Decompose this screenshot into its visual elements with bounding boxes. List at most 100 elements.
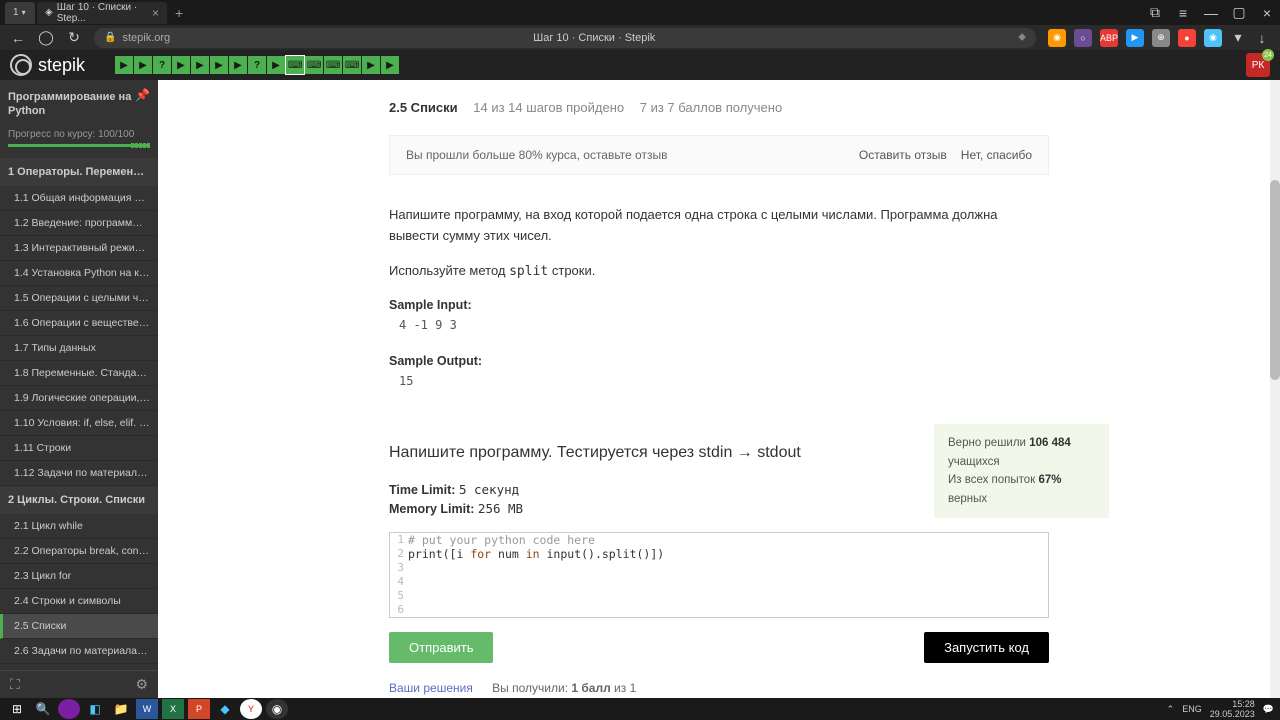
tab-close-icon[interactable]: × xyxy=(152,6,159,20)
step-button-12[interactable]: ⌨ xyxy=(324,56,342,74)
review-no-link[interactable]: Нет, спасибо xyxy=(961,148,1032,162)
settings-icon[interactable]: ⚙ xyxy=(135,676,148,693)
lesson-item[interactable]: 1.7 Типы данных xyxy=(0,336,158,361)
scrollbar-thumb[interactable] xyxy=(1270,180,1280,380)
run-code-button[interactable]: Запустить код xyxy=(924,632,1049,663)
pin-icon[interactable]: 📌 xyxy=(135,88,150,102)
lesson-item[interactable]: 1.8 Переменные. Стандарт... xyxy=(0,361,158,386)
ext-abp-icon[interactable]: ABP xyxy=(1100,29,1118,47)
extension-icons: ◉ ○ ABP ▶ ⊕ ● ◉ ▾ ↓ xyxy=(1048,29,1270,47)
ext-globe-icon[interactable]: ⊕ xyxy=(1152,29,1170,47)
tray-chevron-icon[interactable]: ⌃ xyxy=(1167,704,1175,715)
downloads-icon[interactable]: ↓ xyxy=(1254,30,1270,46)
system-tray: ⌃ ENG 15:28 29.05.2023 💬 xyxy=(1167,699,1274,719)
new-tab-button[interactable]: + xyxy=(175,5,183,21)
tab-favicon: ◈ xyxy=(45,7,53,18)
file-explorer-icon[interactable]: 📁 xyxy=(110,699,132,719)
section-header-2[interactable]: 2 Циклы. Строки. Списки xyxy=(0,486,158,514)
menu-icon[interactable]: ≡ xyxy=(1175,5,1191,21)
ext-icon-6[interactable]: ● xyxy=(1178,29,1196,47)
step-button-14[interactable]: ▶ xyxy=(362,56,380,74)
ext-icon-7[interactable]: ◉ xyxy=(1204,29,1222,47)
step-button-8[interactable]: ? xyxy=(248,56,266,74)
scrollbar[interactable] xyxy=(1270,80,1280,698)
code-editor[interactable]: 1# put your python code here 2print([i f… xyxy=(389,532,1049,618)
sidebar-footer: ⛶ ⚙ xyxy=(0,670,158,698)
back-icon[interactable]: ← xyxy=(10,30,26,46)
lesson-item[interactable]: 1.9 Логические операции, ... xyxy=(0,386,158,411)
lesson-item[interactable]: 2.6 Задачи по материалам... xyxy=(0,639,158,664)
lesson-item[interactable]: 2.5 Списки xyxy=(0,614,158,639)
tab-active[interactable]: ◈ Шаг 10 · Списки · Step... × xyxy=(37,2,167,24)
step-button-4[interactable]: ▶ xyxy=(172,56,190,74)
review-yes-link[interactable]: Оставить отзыв xyxy=(859,148,947,162)
sidebar: 📌 Программирование на Python Прогресс по… xyxy=(0,80,158,698)
step-button-7[interactable]: ▶ xyxy=(229,56,247,74)
lesson-item[interactable]: 1.6 Операции с веществен... xyxy=(0,311,158,336)
sample-input-label: Sample Input: xyxy=(389,298,1049,312)
shield-icon[interactable]: ◯ xyxy=(38,30,54,46)
lesson-item[interactable]: 1.4 Установка Python на ко... xyxy=(0,261,158,286)
step-button-9[interactable]: ▶ xyxy=(267,56,285,74)
lesson-item[interactable]: 1.12 Задачи по материала... xyxy=(0,461,158,486)
review-prompt: Вы прошли больше 80% курса, оставьте отз… xyxy=(389,135,1049,175)
powerpoint-icon[interactable]: P xyxy=(188,699,210,719)
notifications-icon[interactable]: 💬 xyxy=(1263,704,1274,715)
progress-label: Прогресс по курсу: 100/100 xyxy=(8,129,150,140)
step-button-6[interactable]: ▶ xyxy=(210,56,228,74)
minimize-icon[interactable]: — xyxy=(1203,5,1219,21)
logo-text: stepik xyxy=(38,55,85,76)
step-button-15[interactable]: ▶ xyxy=(381,56,399,74)
section-header-1[interactable]: 1 Операторы. Переменны... xyxy=(0,158,158,186)
bookmark-icon[interactable]: ⬥ xyxy=(1018,31,1026,44)
lesson-item[interactable]: 1.5 Операции с целыми чи... xyxy=(0,286,158,311)
clock[interactable]: 15:28 29.05.2023 xyxy=(1210,699,1255,719)
ext-icon-1[interactable]: ◉ xyxy=(1048,29,1066,47)
obs-icon[interactable]: ◉ xyxy=(266,699,288,719)
close-window-icon[interactable]: × xyxy=(1259,5,1275,21)
yandex-icon[interactable]: Y xyxy=(240,699,262,719)
lesson-item[interactable]: 2.1 Цикл while xyxy=(0,514,158,539)
reload-icon[interactable]: ↻ xyxy=(66,30,82,46)
search-icon[interactable]: 🔍 xyxy=(32,699,54,719)
step-button-3[interactable]: ? xyxy=(153,56,171,74)
taskbar-app-2[interactable]: ◧ xyxy=(84,699,106,719)
lesson-item[interactable]: 1.10 Условия: if, else, elif. Б... xyxy=(0,411,158,436)
url-input[interactable]: 🔒 stepik.org Шаг 10 · Списки · Stepik ⬥ xyxy=(94,28,1036,48)
submit-button[interactable]: Отправить xyxy=(389,632,493,663)
lesson-item[interactable]: 1.1 Общая информация о ... xyxy=(0,186,158,211)
solutions-link[interactable]: Ваши решения xyxy=(389,681,473,695)
fullscreen-icon[interactable]: ⛶ xyxy=(10,676,20,693)
word-icon[interactable]: W xyxy=(136,699,158,719)
breadcrumb-progress: 14 из 14 шагов пройдено xyxy=(473,100,624,115)
user-avatar[interactable]: РК 24 xyxy=(1246,53,1270,77)
breadcrumb-score: 7 из 7 баллов получено xyxy=(640,100,782,115)
step-button-1[interactable]: ▶ xyxy=(115,56,133,74)
stepik-logo[interactable]: stepik xyxy=(10,54,85,76)
tab-extension[interactable]: 1▾ xyxy=(5,2,35,24)
collections-icon[interactable]: ▾ xyxy=(1230,30,1246,46)
lesson-item[interactable]: 1.11 Строки xyxy=(0,436,158,461)
problem-paragraph-1: Напишите программу, на вход которой пода… xyxy=(389,205,1049,247)
vscode-icon[interactable]: ◆ xyxy=(214,699,236,719)
lesson-item[interactable]: 2.2 Операторы break, conti... xyxy=(0,539,158,564)
ext-icon-4[interactable]: ▶ xyxy=(1126,29,1144,47)
excel-icon[interactable]: X xyxy=(162,699,184,719)
step-button-10[interactable]: ⌨ xyxy=(286,56,304,74)
lesson-item[interactable]: 1.3 Интерактивный режим... xyxy=(0,236,158,261)
step-button-13[interactable]: ⌨ xyxy=(343,56,361,74)
lesson-item[interactable]: 2.4 Строки и символы xyxy=(0,589,158,614)
lesson-item[interactable]: 2.3 Цикл for xyxy=(0,564,158,589)
step-button-5[interactable]: ▶ xyxy=(191,56,209,74)
maximize-icon[interactable]: ▢ xyxy=(1231,5,1247,21)
language-indicator[interactable]: ENG xyxy=(1182,704,1202,714)
taskbar-app-1[interactable] xyxy=(58,699,80,719)
step-button-11[interactable]: ⌨ xyxy=(305,56,323,74)
step-button-2[interactable]: ▶ xyxy=(134,56,152,74)
button-row: Отправить Запустить код xyxy=(389,632,1049,663)
window-copy-icon[interactable]: ⧉ xyxy=(1147,5,1163,21)
ext-icon-2[interactable]: ○ xyxy=(1074,29,1092,47)
lesson-item[interactable]: 1.2 Введение: программы ... xyxy=(0,211,158,236)
step-navigation: ▶▶?▶▶▶▶?▶⌨⌨⌨⌨▶▶ xyxy=(115,56,399,74)
start-icon[interactable]: ⊞ xyxy=(6,699,28,719)
